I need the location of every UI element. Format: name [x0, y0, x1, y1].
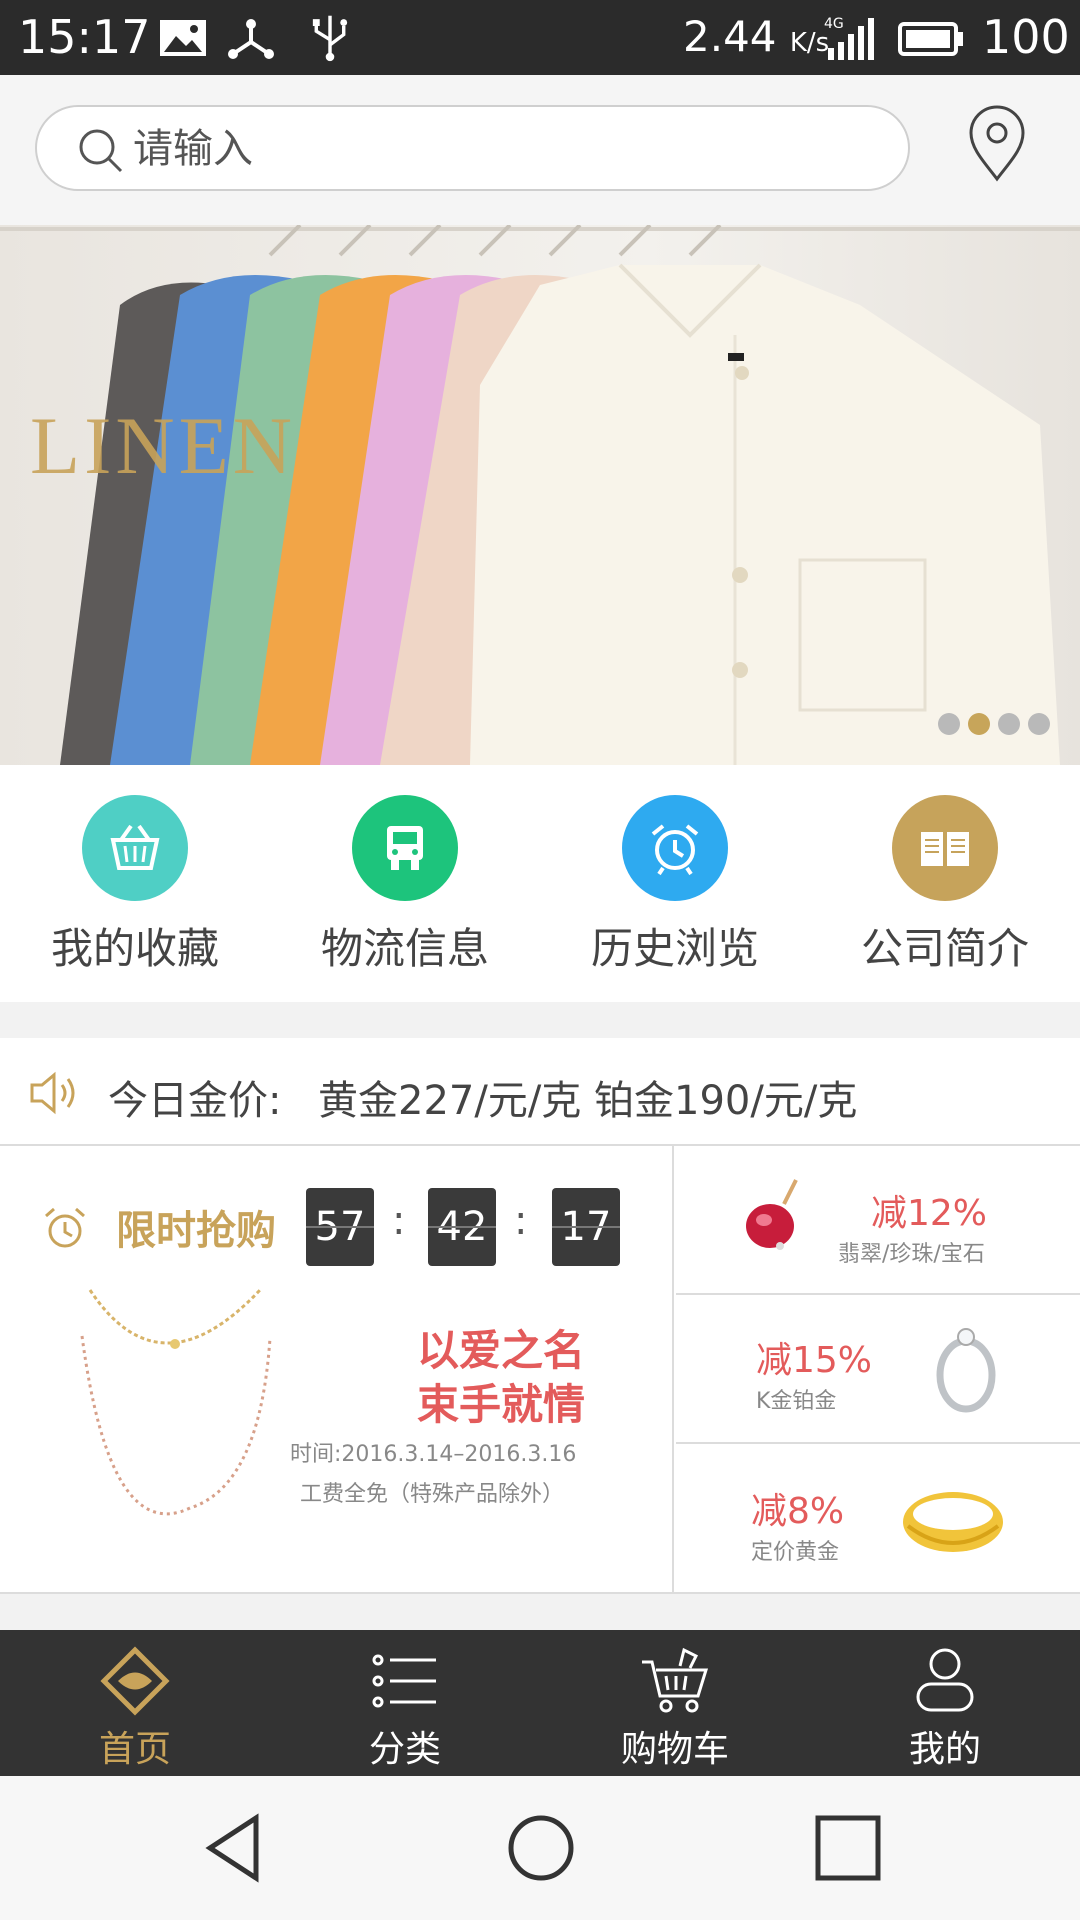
- deal-subtitle: K金铂金: [756, 1389, 837, 1414]
- deal-subtitle: 定价黄金: [751, 1540, 840, 1565]
- banner-image: LINEN: [0, 225, 1080, 765]
- list-icon: [372, 1654, 436, 1708]
- nav-label: 分类: [368, 1729, 441, 1770]
- nav-category[interactable]: 分类: [270, 1630, 540, 1776]
- user-icon: [916, 1648, 974, 1712]
- deal-item-gold[interactable]: 减8% 定价黄金: [676, 1444, 1080, 1593]
- countdown-minutes: 42: [428, 1188, 496, 1266]
- promo-note: 工费全免（特殊产品除外）: [300, 1482, 565, 1507]
- location-pin-icon[interactable]: [965, 105, 1029, 183]
- section-divider: [0, 1002, 1080, 1038]
- carousel-dot[interactable]: [998, 713, 1020, 735]
- signal-icon: 4G: [824, 16, 874, 60]
- necklace-image: [80, 1288, 272, 1516]
- search-input[interactable]: [133, 119, 833, 179]
- promo-section: 限时抢购 57 : 42 : 17 以爱之名 束手就情 时间:2016.3.14…: [0, 1146, 1080, 1594]
- back-icon[interactable]: [200, 1812, 270, 1884]
- deal-item-kgold[interactable]: 减15% K金铂金: [676, 1295, 1080, 1444]
- countdown-seconds: 17: [552, 1188, 620, 1266]
- nav-home[interactable]: 首页: [0, 1630, 270, 1776]
- shortcut-logistics[interactable]: 物流信息: [270, 765, 540, 1002]
- shortcut-favorites[interactable]: 我的收藏: [0, 765, 270, 1002]
- share-icon: [228, 19, 274, 59]
- gold-price-notice[interactable]: 今日金价: 黄金227/元/克 铂金190/元/克: [0, 1038, 1080, 1146]
- countdown-hours: 57: [306, 1188, 374, 1266]
- flash-sale-title: 限时抢购: [116, 1208, 276, 1254]
- carousel-dot[interactable]: [1028, 713, 1050, 735]
- banner-brand-text: LINEN: [30, 400, 296, 491]
- nav-label: 我的: [908, 1729, 981, 1770]
- search-icon: [79, 129, 123, 173]
- status-time: 15:17: [18, 10, 151, 64]
- countdown-separator: :: [514, 1198, 528, 1244]
- shortcut-history[interactable]: 历史浏览: [540, 765, 810, 1002]
- header: [0, 75, 1080, 225]
- usb-icon: [312, 15, 348, 62]
- shortcut-row: 我的收藏 物流信息 历史浏览 公司简介: [0, 765, 1080, 1002]
- home-circle-icon[interactable]: [505, 1812, 577, 1884]
- flash-sale-card[interactable]: 限时抢购 57 : 42 : 17 以爱之名 束手就情 时间:2016.3.14…: [0, 1146, 674, 1592]
- banner-carousel[interactable]: LINEN: [0, 225, 1080, 765]
- truck-icon: [352, 795, 458, 901]
- nav-mine[interactable]: 我的: [810, 1630, 1080, 1776]
- nav-label: 首页: [98, 1729, 171, 1770]
- promo-headline: 以爱之名 束手就情: [416, 1326, 585, 1429]
- notice-prefix: 今日金价:: [108, 1078, 282, 1124]
- image-icon: [160, 20, 206, 56]
- speaker-icon: [30, 1071, 75, 1115]
- bottom-nav: 首页 分类 购物车 我的: [0, 1630, 1080, 1776]
- status-bar: 15:17 2.44 K/s 4G 100: [0, 0, 1080, 75]
- net-speed: 2.44 K/s: [683, 12, 830, 61]
- svg-text:4G: 4G: [824, 16, 844, 32]
- nav-cart[interactable]: 购物车: [540, 1630, 810, 1776]
- home-diamond-icon: [100, 1646, 170, 1716]
- carousel-dot-active[interactable]: [968, 713, 990, 735]
- gold-ring-image: [903, 1492, 1003, 1552]
- alarm-clock-icon: [45, 1207, 85, 1248]
- promo-date: 时间:2016.3.14–2016.3.16: [290, 1442, 577, 1467]
- section-divider: [0, 1594, 1080, 1630]
- recents-icon[interactable]: [812, 1812, 884, 1884]
- battery-level: 100: [982, 10, 1070, 64]
- deal-subtitle: 翡翠/珍珠/宝石: [838, 1242, 985, 1267]
- deal-list: 减12% 翡翠/珍珠/宝石 减15% K金铂金 减8% 定价黄金: [676, 1146, 1080, 1592]
- battery-icon: [898, 22, 963, 56]
- deal-percent: 减15%: [756, 1340, 873, 1381]
- basket-icon: [82, 795, 188, 901]
- cart-icon: [642, 1647, 709, 1713]
- alarm-clock-icon: [622, 795, 728, 901]
- shortcut-label: 我的收藏: [50, 924, 219, 973]
- countdown-separator: :: [392, 1198, 406, 1244]
- shortcut-label: 公司简介: [860, 924, 1029, 973]
- ring-image: [936, 1328, 996, 1413]
- nav-label: 购物车: [620, 1729, 729, 1770]
- deal-percent: 减12%: [871, 1193, 988, 1234]
- notice-text: 黄金227/元/克 铂金190/元/克: [318, 1078, 858, 1124]
- shortcut-label: 历史浏览: [590, 924, 759, 973]
- book-icon: [892, 795, 998, 901]
- deal-percent: 减8%: [751, 1491, 845, 1532]
- ruby-pendant-image: [746, 1179, 798, 1250]
- carousel-dot[interactable]: [938, 713, 960, 735]
- shortcut-company[interactable]: 公司简介: [810, 765, 1080, 1002]
- search-bar[interactable]: [35, 105, 910, 191]
- deal-item-gemstone[interactable]: 减12% 翡翠/珍珠/宝石: [676, 1146, 1080, 1295]
- carousel-indicator[interactable]: [938, 713, 1050, 735]
- system-nav-bar: [0, 1776, 1080, 1920]
- shortcut-label: 物流信息: [320, 924, 489, 973]
